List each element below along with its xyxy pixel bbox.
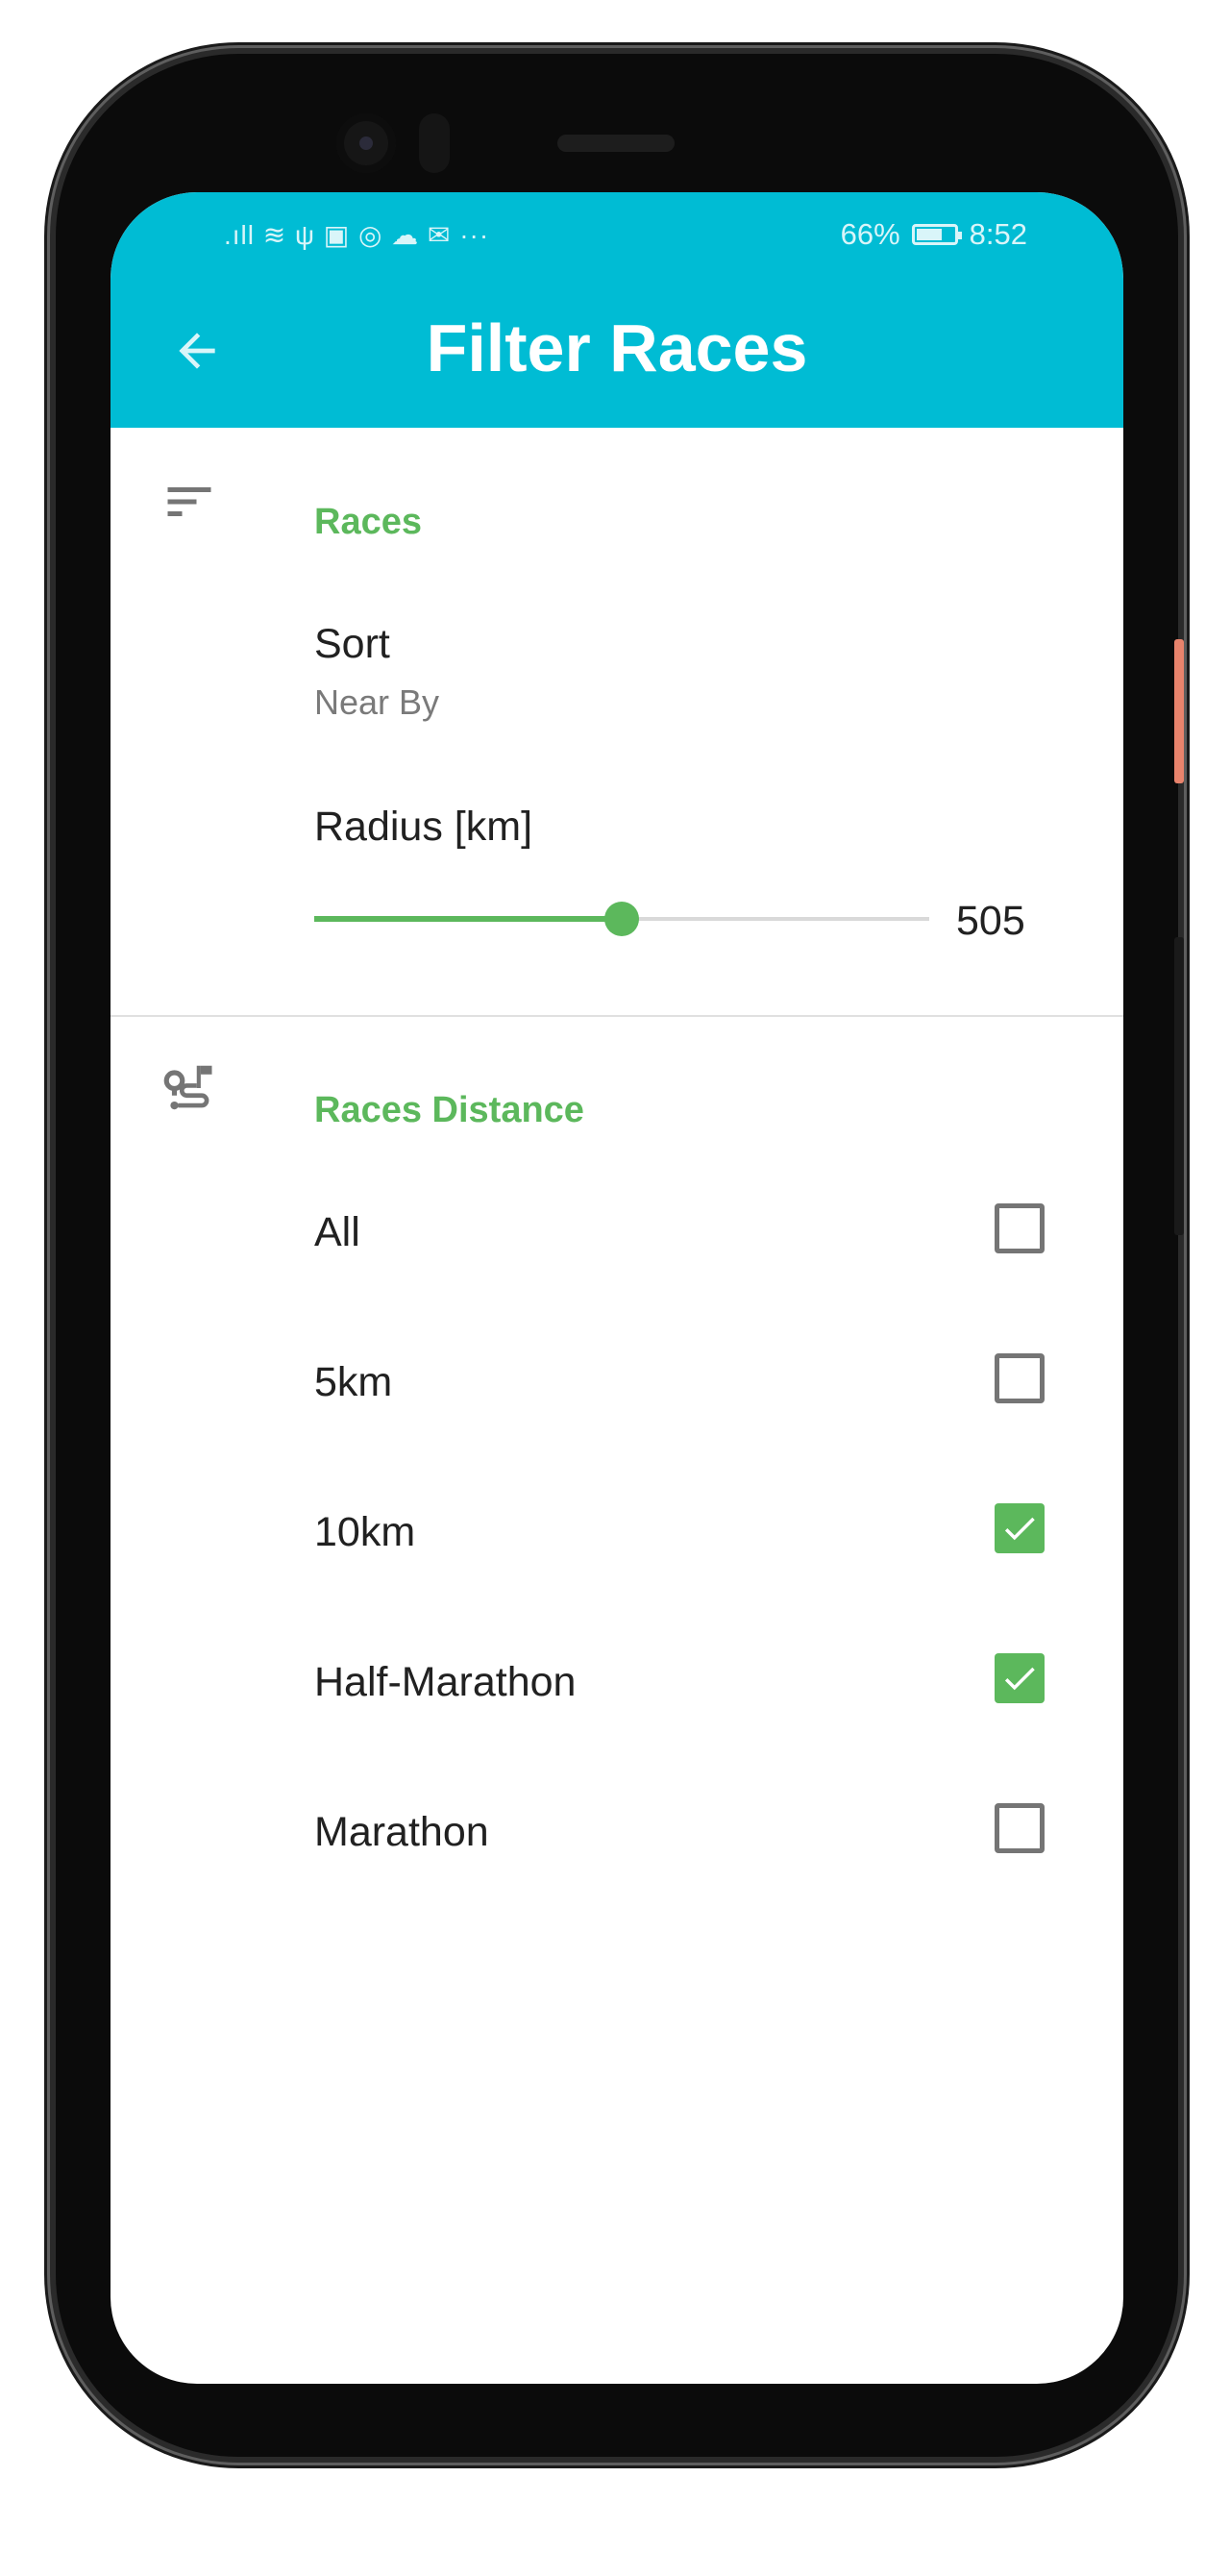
checkbox-checked[interactable]	[995, 1653, 1045, 1703]
slider-fill	[314, 916, 622, 922]
distance-option-row[interactable]: Marathon	[314, 1796, 1045, 1872]
distance-option-label: All	[314, 1209, 360, 1255]
distance-option-row[interactable]: 10km	[314, 1496, 1045, 1573]
sort-value[interactable]: Near By	[314, 682, 439, 723]
checkbox-unchecked[interactable]	[995, 1353, 1045, 1403]
distance-option-row[interactable]: All	[314, 1196, 1045, 1273]
power-button	[1174, 639, 1184, 783]
volume-button	[1174, 937, 1184, 1235]
front-camera	[336, 113, 396, 173]
sort-icon	[159, 471, 220, 533]
distance-option-label: Marathon	[314, 1809, 489, 1855]
page-title: Filter Races	[426, 310, 808, 385]
distance-option-label: Half-Marathon	[314, 1659, 577, 1705]
distance-option-row[interactable]: Half-Marathon	[314, 1646, 1045, 1722]
status-icons: .ıll ≋ ψ ▣ ◎ ☁ ✉ ···	[224, 213, 489, 256]
radius-value: 505	[956, 898, 1025, 944]
radius-slider[interactable]	[314, 900, 929, 938]
checkbox-unchecked[interactable]	[995, 1203, 1045, 1253]
route-icon	[159, 1057, 220, 1119]
slider-thumb[interactable]	[604, 902, 639, 936]
section-title-races: Races	[314, 502, 422, 542]
sort-label[interactable]: Sort	[314, 621, 390, 668]
status-notification-icons: .ıll ≋ ψ ▣ ◎ ☁ ✉ ···	[224, 219, 490, 250]
section-title-races-distance: Races Distance	[314, 1090, 584, 1130]
clock: 8:52	[969, 217, 1027, 251]
section-divider	[111, 1015, 1123, 1017]
distance-option-label: 10km	[314, 1509, 416, 1555]
status-bar: .ıll ≋ ψ ▣ ◎ ☁ ✉ ··· 66% 8:52	[111, 213, 1123, 256]
proximity-sensor	[419, 113, 450, 173]
checkbox-checked[interactable]	[995, 1503, 1045, 1553]
radius-label: Radius [km]	[314, 804, 533, 850]
distance-option-label: 5km	[314, 1359, 393, 1405]
check-icon	[1004, 1517, 1035, 1541]
battery-icon	[911, 224, 962, 245]
distance-option-row[interactable]: 5km	[314, 1346, 1045, 1423]
checkbox-unchecked[interactable]	[995, 1803, 1045, 1853]
battery-percent: 66%	[840, 217, 900, 251]
app-screen: .ıll ≋ ψ ▣ ◎ ☁ ✉ ··· 66% 8:52 Filter Rac…	[111, 192, 1123, 2384]
check-icon	[1004, 1667, 1035, 1691]
app-bar: .ıll ≋ ψ ▣ ◎ ☁ ✉ ··· 66% 8:52 Filter Rac…	[111, 192, 1123, 428]
earpiece-speaker	[557, 135, 675, 152]
status-right: 66% 8:52	[841, 213, 1027, 256]
